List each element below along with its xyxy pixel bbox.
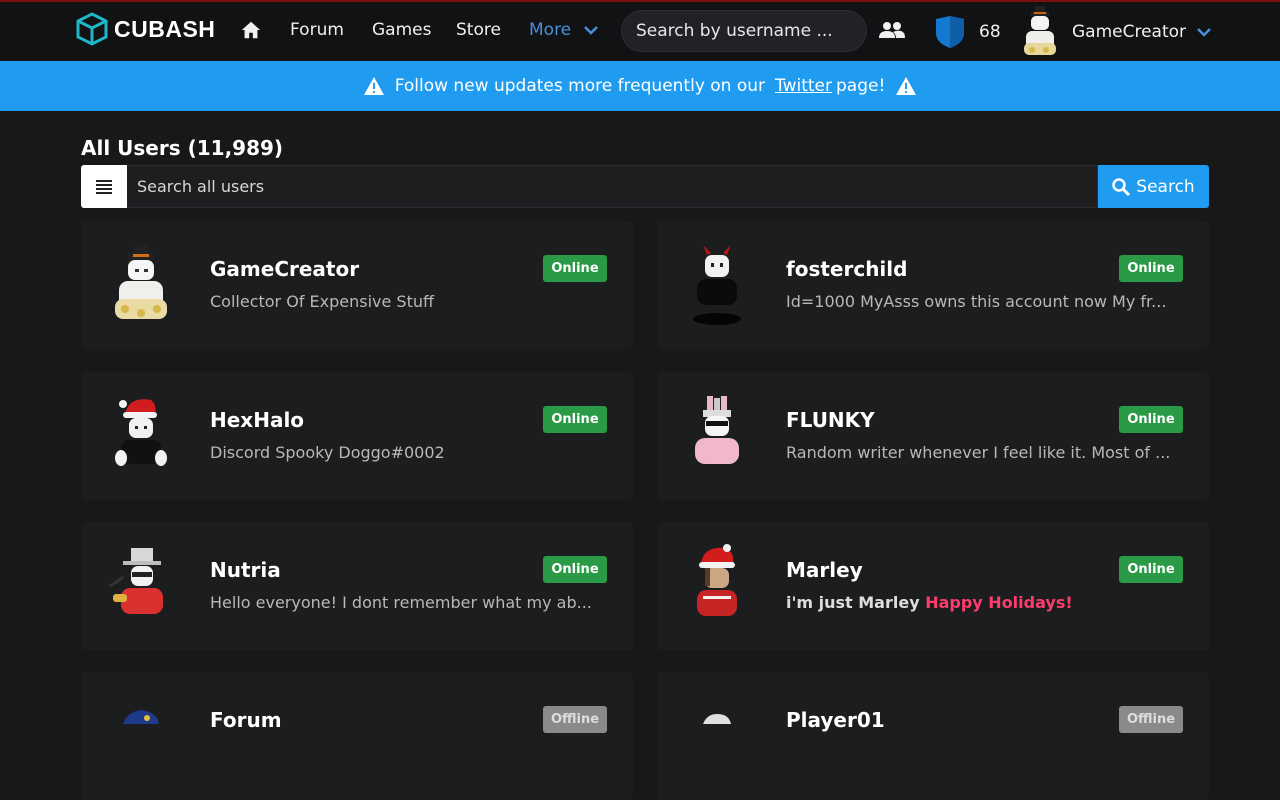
brand-name: CUBASH xyxy=(114,15,216,42)
status-badge: Online xyxy=(1119,556,1183,583)
username-search[interactable] xyxy=(621,10,867,52)
user-avatar xyxy=(703,714,731,724)
home-icon[interactable] xyxy=(240,19,262,41)
user-avatar xyxy=(695,396,739,464)
user-card[interactable]: Marley i'm just Marley Happy Holidays! O… xyxy=(657,522,1209,650)
chevron-down-icon xyxy=(584,26,599,35)
user-search-input[interactable] xyxy=(137,177,1087,196)
user-avatar xyxy=(115,245,167,319)
currency-balance[interactable]: 68 xyxy=(933,15,1001,49)
search-button[interactable]: Search xyxy=(1098,165,1209,208)
user-bio-highlight: Happy Holidays! xyxy=(925,593,1073,612)
user-bio: Id=1000 MyAsss owns this account now My … xyxy=(786,292,1167,311)
warning-icon xyxy=(896,77,917,95)
user-avatar xyxy=(109,548,163,614)
user-name[interactable]: HexHalo xyxy=(210,408,304,432)
user-bio: Collector Of Expensive Stuff xyxy=(210,292,435,311)
status-badge: Online xyxy=(543,255,607,282)
user-name[interactable]: Player01 xyxy=(786,708,885,732)
user-avatar xyxy=(123,710,159,724)
nav-more-label: More xyxy=(529,20,572,40)
user-card[interactable]: Forum Offline xyxy=(81,672,633,800)
user-bio: Discord Spooky Doggo#0002 xyxy=(210,443,445,462)
page-title: All Users (11,989) xyxy=(81,136,284,160)
user-name[interactable]: GameCreator xyxy=(210,257,359,281)
search-icon xyxy=(1112,177,1131,196)
user-card[interactable]: FLUNKY Random writer whenever I feel lik… xyxy=(657,372,1209,500)
announcement-banner: Follow new updates more frequently on ou… xyxy=(0,61,1280,111)
user-card[interactable]: Player01 Offline xyxy=(657,672,1209,800)
status-badge: Online xyxy=(543,556,607,583)
user-bio-text: i'm just Marley xyxy=(786,593,920,612)
user-bio: i'm just Marley Happy Holidays! xyxy=(786,593,1186,612)
current-username: GameCreator xyxy=(1072,22,1187,42)
nav-forum[interactable]: Forum xyxy=(290,20,344,40)
nav-more[interactable]: More xyxy=(529,20,599,40)
user-search-field[interactable] xyxy=(127,165,1098,208)
twitter-link[interactable]: Twitter xyxy=(775,76,832,96)
user-bio: Random writer whenever I feel like it. M… xyxy=(786,443,1171,462)
nav-store[interactable]: Store xyxy=(456,20,501,40)
user-avatar xyxy=(693,245,741,325)
user-card[interactable]: GameCreator Collector Of Expensive Stuff… xyxy=(81,221,633,349)
user-menu[interactable]: GameCreator xyxy=(1018,5,1212,59)
warning-icon xyxy=(363,77,384,95)
user-name[interactable]: fosterchild xyxy=(786,257,907,281)
search-button-label: Search xyxy=(1136,176,1195,197)
list-icon xyxy=(96,179,112,194)
currency-value: 68 xyxy=(979,22,1001,42)
user-name[interactable]: Nutria xyxy=(210,558,281,582)
logo[interactable]: CUBASH xyxy=(76,12,215,46)
banner-text-before: Follow new updates more frequently on ou… xyxy=(394,76,766,96)
user-avatar xyxy=(697,544,737,616)
chevron-down-icon xyxy=(1197,28,1211,37)
top-navbar: CUBASH Forum Games Store More 68 xyxy=(0,0,1280,61)
status-badge: Online xyxy=(543,406,607,433)
banner-text-after: page! xyxy=(836,76,886,96)
user-avatar xyxy=(1024,6,1056,55)
shield-gem-icon xyxy=(936,16,964,48)
filter-button[interactable] xyxy=(81,165,127,208)
cube-logo-icon xyxy=(76,12,108,46)
user-name[interactable]: Forum xyxy=(210,708,282,732)
user-bio: Hello everyone! I dont remember what my … xyxy=(210,593,592,612)
user-card[interactable]: Nutria Hello everyone! I dont remember w… xyxy=(81,522,633,650)
user-name[interactable]: FLUNKY xyxy=(786,408,875,432)
user-search-bar: Search xyxy=(81,165,1209,208)
user-avatar xyxy=(115,399,167,466)
username-search-input[interactable] xyxy=(636,21,852,41)
status-badge: Online xyxy=(1119,406,1183,433)
nav-games[interactable]: Games xyxy=(372,20,431,40)
user-name[interactable]: Marley xyxy=(786,558,863,582)
user-card[interactable]: fosterchild Id=1000 MyAsss owns this acc… xyxy=(657,221,1209,349)
friends-icon[interactable] xyxy=(879,21,905,41)
status-badge: Online xyxy=(1119,255,1183,282)
user-card[interactable]: HexHalo Discord Spooky Doggo#0002 Online xyxy=(81,372,633,500)
